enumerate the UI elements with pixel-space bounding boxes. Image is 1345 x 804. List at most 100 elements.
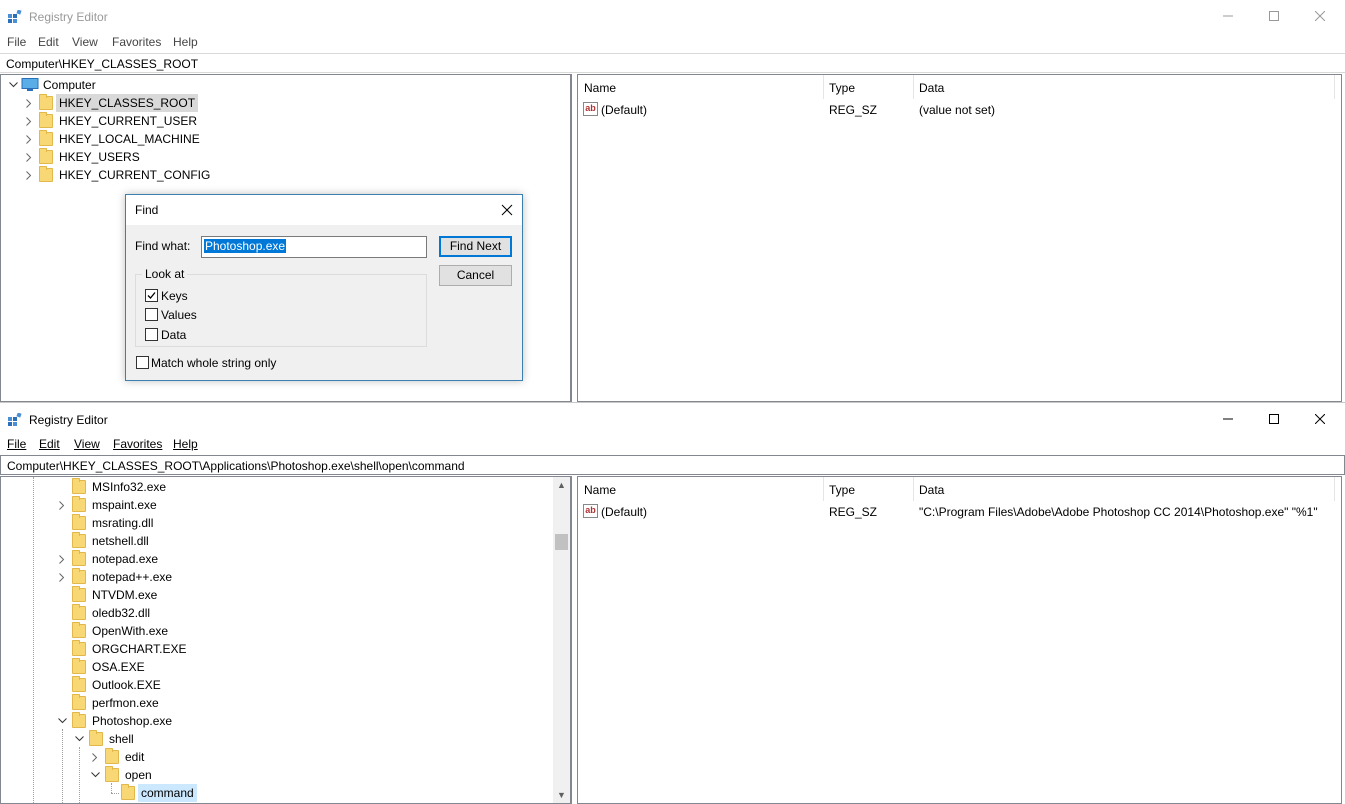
- menu-help[interactable]: Help: [173, 437, 198, 451]
- menu-help[interactable]: Help: [173, 35, 198, 49]
- column-divider[interactable]: [1334, 75, 1335, 99]
- dialog-title-bar[interactable]: Find: [126, 195, 522, 225]
- menu-favorites[interactable]: Favorites: [112, 35, 161, 49]
- values-checkbox[interactable]: [145, 308, 158, 321]
- folder-icon: [72, 712, 86, 728]
- match-whole-checkbox[interactable]: [136, 356, 149, 369]
- tree-guide-line: [62, 729, 63, 803]
- scroll-thumb[interactable]: [555, 534, 568, 550]
- folder-icon: [72, 514, 86, 530]
- values-pane[interactable]: Name Type Data ab (Default) REG_SZ (valu…: [577, 74, 1342, 402]
- chevron-down-icon[interactable]: [73, 730, 85, 748]
- minimize-button[interactable]: [1205, 0, 1251, 32]
- minimize-button[interactable]: [1205, 403, 1251, 435]
- folder-icon: [72, 496, 86, 512]
- column-header-type[interactable]: Type: [829, 81, 855, 95]
- folder-icon: [72, 532, 86, 548]
- maximize-button[interactable]: [1251, 0, 1297, 32]
- folder-icon: [39, 112, 53, 128]
- chevron-right-icon[interactable]: [56, 496, 68, 514]
- menu-view[interactable]: View: [74, 437, 100, 451]
- find-what-label: Find what:: [135, 239, 191, 253]
- tree-scrollbar[interactable]: ▲ ▼: [553, 477, 570, 803]
- column-divider[interactable]: [1334, 477, 1335, 501]
- chevron-right-icon[interactable]: [56, 568, 68, 586]
- data-label[interactable]: Data: [161, 328, 186, 342]
- address-bar[interactable]: Computer\HKEY_CLASSES_ROOT: [0, 53, 1345, 73]
- tree-guide-line: [111, 783, 112, 793]
- tree-label: Photoshop.exe: [92, 714, 173, 728]
- look-at-label: Look at: [142, 267, 188, 281]
- find-what-input[interactable]: Photoshop.exe: [201, 236, 427, 258]
- scroll-down-icon[interactable]: ▼: [557, 790, 566, 800]
- tree-pane[interactable]: MSInfo32.exe mspaint.exe msrating.dll netsh…: [0, 476, 572, 804]
- chevron-right-icon[interactable]: [23, 166, 35, 184]
- tree-label: HKEY_CURRENT_CONFIG: [59, 168, 211, 182]
- menu-view[interactable]: View: [72, 35, 98, 49]
- keys-checkbox[interactable]: [145, 289, 158, 302]
- folder-icon: [72, 658, 86, 674]
- window-title: Registry Editor: [29, 413, 108, 427]
- chevron-right-icon[interactable]: [23, 112, 35, 130]
- dialog-title: Find: [135, 203, 159, 217]
- tree-label: HKEY_CURRENT_USER: [59, 114, 198, 128]
- menu-file[interactable]: File: [7, 35, 26, 49]
- menu-edit[interactable]: Edit: [39, 437, 60, 451]
- tree-label: HKEY_LOCAL_MACHINE: [59, 132, 200, 146]
- folder-icon: [72, 478, 86, 494]
- close-icon[interactable]: [498, 201, 516, 219]
- value-data: (value not set): [919, 103, 996, 117]
- scroll-up-icon[interactable]: ▲: [557, 480, 566, 490]
- close-icon: [1315, 11, 1325, 21]
- column-divider[interactable]: [913, 75, 914, 99]
- data-checkbox[interactable]: [145, 328, 158, 341]
- chevron-right-icon[interactable]: [23, 148, 35, 166]
- column-header-name[interactable]: Name: [584, 81, 616, 95]
- folder-icon: [72, 622, 86, 638]
- title-bar[interactable]: Registry Editor: [0, 403, 1345, 435]
- minimize-icon: [1223, 15, 1233, 17]
- chevron-right-icon[interactable]: [56, 550, 68, 568]
- menu-favorites[interactable]: Favorites: [113, 437, 162, 451]
- folder-icon: [72, 694, 86, 710]
- close-button[interactable]: [1297, 403, 1343, 435]
- values-label[interactable]: Values: [161, 308, 197, 322]
- menu-file[interactable]: File: [7, 437, 26, 451]
- registry-app-icon: [8, 10, 22, 23]
- tree-label: notepad.exe: [92, 552, 159, 566]
- match-whole-label[interactable]: Match whole string only: [151, 356, 276, 370]
- title-bar[interactable]: Registry Editor: [0, 0, 1345, 32]
- chevron-right-icon[interactable]: [23, 130, 35, 148]
- chevron-right-icon[interactable]: [89, 748, 101, 766]
- column-divider[interactable]: [913, 477, 914, 501]
- tree-label: HKEY_CLASSES_ROOT: [56, 94, 199, 112]
- address-bar[interactable]: Computer\HKEY_CLASSES_ROOT\Applications\…: [0, 455, 1345, 475]
- value-type: REG_SZ: [829, 505, 878, 519]
- values-pane[interactable]: Name Type Data ab (Default) REG_SZ "C:\P…: [577, 476, 1342, 804]
- tree-guide-line: [79, 747, 80, 803]
- folder-icon: [72, 586, 86, 602]
- folder-icon: [72, 604, 86, 620]
- column-divider[interactable]: [823, 75, 824, 99]
- maximize-button[interactable]: [1251, 403, 1297, 435]
- tree-label: HKEY_USERS: [59, 150, 140, 164]
- find-what-value: Photoshop.exe: [204, 239, 287, 253]
- chevron-right-icon[interactable]: [23, 94, 35, 112]
- chevron-down-icon[interactable]: [7, 76, 19, 94]
- column-divider[interactable]: [823, 477, 824, 501]
- column-header-name[interactable]: Name: [584, 483, 616, 497]
- column-header-data[interactable]: Data: [919, 81, 944, 95]
- column-header-data[interactable]: Data: [919, 483, 944, 497]
- menu-edit[interactable]: Edit: [38, 35, 59, 49]
- tree-label: edit: [125, 750, 145, 764]
- find-next-button[interactable]: Find Next: [439, 236, 512, 257]
- chevron-down-icon[interactable]: [56, 712, 68, 730]
- tree-guide-line: [111, 793, 119, 794]
- tree-label: mspaint.exe: [92, 498, 157, 512]
- close-button[interactable]: [1297, 0, 1343, 32]
- cancel-button[interactable]: Cancel: [439, 265, 512, 286]
- menu-label: View: [74, 437, 100, 451]
- chevron-down-icon[interactable]: [89, 766, 101, 784]
- column-header-type[interactable]: Type: [829, 483, 855, 497]
- keys-label[interactable]: Keys: [161, 289, 188, 303]
